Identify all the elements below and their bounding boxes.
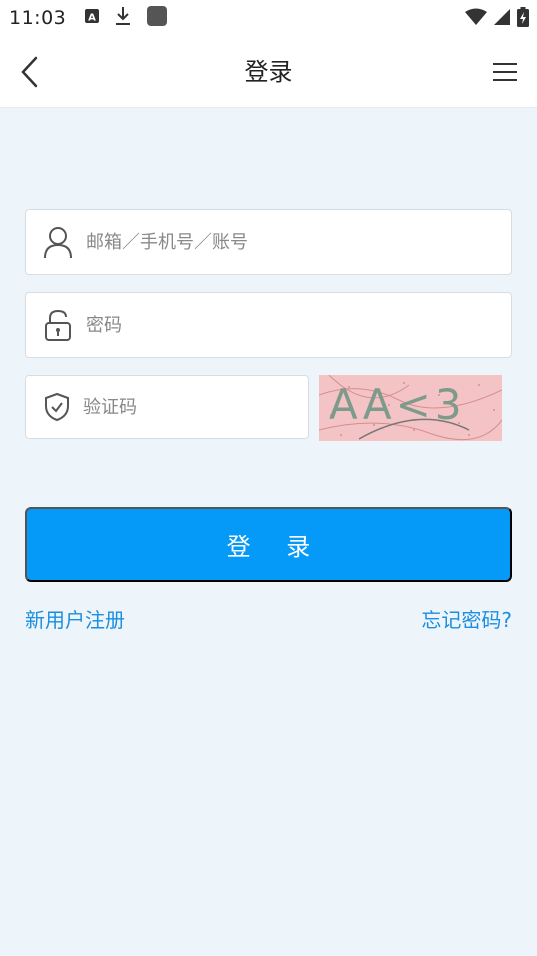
status-time: 11:03: [9, 7, 67, 29]
login-button[interactable]: 登 录: [25, 507, 512, 582]
download-icon: [114, 6, 132, 30]
status-system-icons: [465, 7, 529, 31]
status-bar: 11:03 A: [0, 0, 537, 36]
hamburger-menu-icon: [493, 63, 517, 81]
lock-icon: [26, 293, 86, 357]
wifi-icon: [465, 8, 487, 30]
captcha-field: [25, 375, 309, 439]
app-bar: 登录: [0, 36, 537, 108]
account-input[interactable]: [86, 210, 511, 274]
text-notification-icon: A: [84, 8, 100, 28]
register-link[interactable]: 新用户注册: [25, 604, 125, 633]
battery-charging-icon: [517, 7, 529, 31]
status-notifications: A: [84, 5, 168, 31]
page-title: 登录: [244, 58, 293, 86]
user-icon: [26, 210, 86, 274]
password-input[interactable]: [86, 293, 511, 357]
app-square-icon: [146, 5, 168, 31]
password-field: [25, 292, 512, 358]
forgot-password-link[interactable]: 忘记密码?: [421, 604, 512, 633]
menu-button[interactable]: [491, 60, 519, 84]
captcha-input[interactable]: [83, 376, 308, 438]
cell-signal-icon: [493, 8, 511, 30]
back-button[interactable]: [16, 54, 46, 90]
chevron-left-icon: [21, 56, 38, 88]
shield-check-icon: [26, 376, 83, 438]
captcha-image[interactable]: AA<3: [319, 375, 502, 441]
svg-text:A: A: [88, 13, 96, 24]
account-field: [25, 209, 512, 275]
